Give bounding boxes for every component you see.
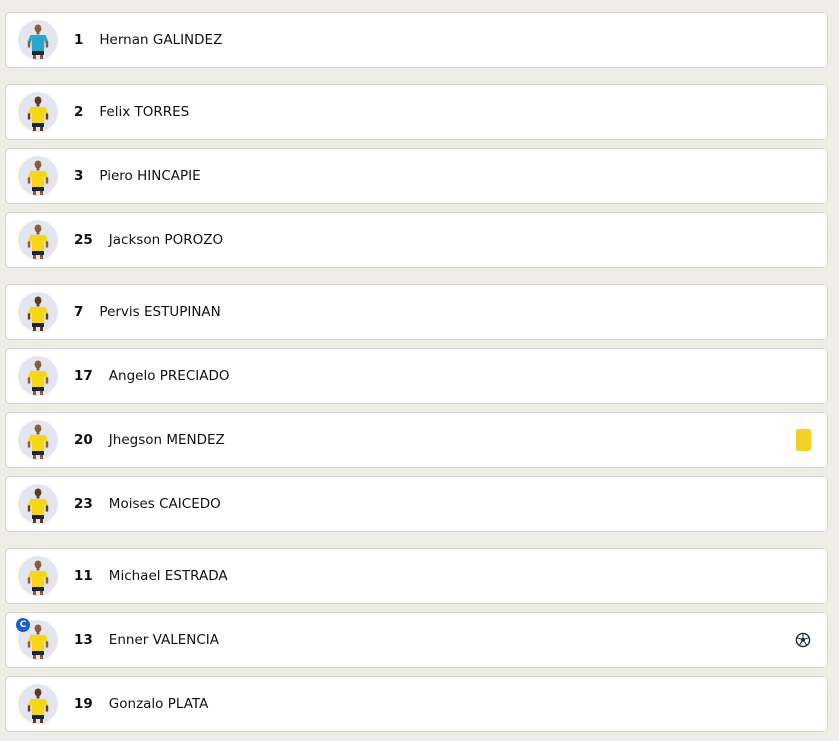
goal-indicator	[795, 632, 811, 648]
player-name: Piero HINCAPIE	[99, 168, 201, 184]
player-photo-icon	[27, 488, 49, 523]
player-row[interactable]: 3 Piero HINCAPIE	[5, 148, 828, 204]
player-number: 11	[74, 568, 93, 584]
player-number: 20	[74, 432, 93, 448]
player-photo-icon	[27, 360, 49, 395]
player-number: 13	[74, 632, 93, 648]
captain-badge: C	[16, 618, 30, 632]
player-name: Hernan GALINDEZ	[99, 32, 223, 48]
player-row[interactable]: 20 Jhegson MENDEZ	[5, 412, 828, 468]
player-row[interactable]: 19 Gonzalo PLATA	[5, 676, 828, 732]
avatar	[18, 556, 58, 596]
player-photo-icon	[27, 224, 49, 259]
avatar	[18, 220, 58, 260]
player-row[interactable]: 7 Pervis ESTUPINAN	[5, 284, 828, 340]
avatar	[18, 20, 58, 60]
player-number: 25	[74, 232, 93, 248]
avatar	[18, 484, 58, 524]
player-number: 17	[74, 368, 93, 384]
player-number: 3	[74, 168, 84, 184]
player-row[interactable]: 2 Felix TORRES	[5, 84, 828, 140]
avatar	[18, 92, 58, 132]
player-photo-icon	[27, 296, 49, 331]
player-photo-icon	[27, 96, 49, 131]
lineup-list: 1 Hernan GALINDEZ 2 Felix TORRES 3 Piero HI…	[0, 0, 839, 741]
player-name: Moises CAICEDO	[108, 496, 221, 512]
player-name: Felix TORRES	[99, 104, 190, 120]
player-name: Angelo PRECIADO	[108, 368, 230, 384]
player-row[interactable]: 25 Jackson POROZO	[5, 212, 828, 268]
avatar	[18, 156, 58, 196]
avatar	[18, 292, 58, 332]
player-row[interactable]: C 13 Enner VALENCIA	[5, 612, 828, 668]
player-photo-icon	[27, 688, 49, 723]
player-name: Pervis ESTUPINAN	[99, 304, 221, 320]
player-row[interactable]: 23 Moises CAICEDO	[5, 476, 828, 532]
player-photo-icon	[27, 560, 49, 595]
player-photo-icon	[27, 160, 49, 195]
player-number: 19	[74, 696, 93, 712]
player-name: Jackson POROZO	[108, 232, 224, 248]
player-name: Gonzalo PLATA	[108, 696, 209, 712]
player-number: 2	[74, 104, 84, 120]
avatar	[18, 684, 58, 724]
yellow-card-icon	[796, 429, 811, 451]
player-name: Jhegson MENDEZ	[108, 432, 225, 448]
goal-ball-icon	[795, 632, 811, 648]
player-row[interactable]: 1 Hernan GALINDEZ	[5, 12, 828, 68]
player-number: 7	[74, 304, 84, 320]
player-name: Enner VALENCIA	[108, 632, 219, 648]
player-photo-icon	[27, 24, 49, 59]
player-row[interactable]: 17 Angelo PRECIADO	[5, 348, 828, 404]
avatar: C	[16, 618, 58, 660]
player-number: 23	[74, 496, 93, 512]
player-photo-icon	[27, 424, 49, 459]
player-number: 1	[74, 32, 84, 48]
avatar	[18, 420, 58, 460]
player-name: Michael ESTRADA	[108, 568, 228, 584]
avatar	[18, 356, 58, 396]
player-row[interactable]: 11 Michael ESTRADA	[5, 548, 828, 604]
